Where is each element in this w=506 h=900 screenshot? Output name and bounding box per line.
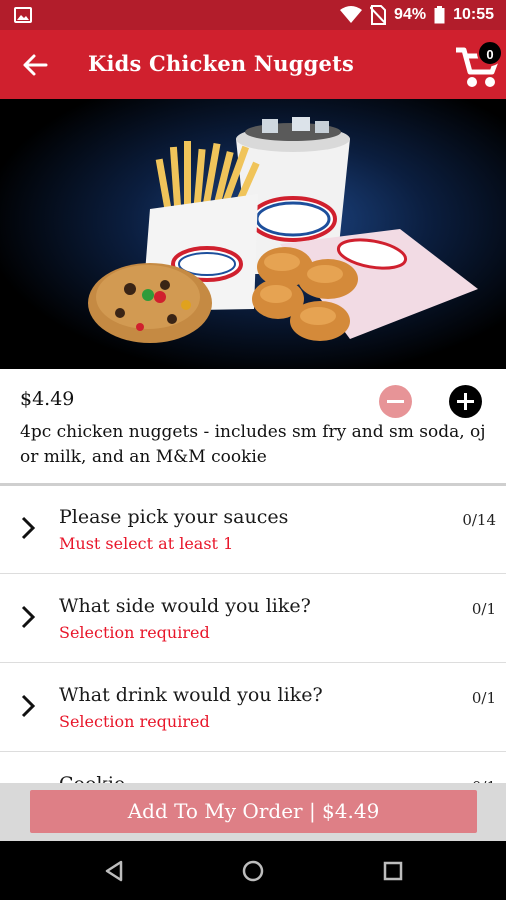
add-to-order-button[interactable]: Add To My Order | $4.49 <box>30 790 477 833</box>
chevron-right-icon <box>21 605 36 629</box>
nav-home-icon[interactable] <box>240 858 266 884</box>
option-count: 0/14 <box>462 511 496 529</box>
status-bar: 94% 10:55 <box>0 0 506 30</box>
battery-percent: 94% <box>394 6 427 23</box>
action-bar: Add To My Order | $4.49 <box>0 783 506 841</box>
product-image <box>0 99 506 369</box>
chevron-right-icon <box>21 694 36 718</box>
battery-icon <box>434 6 445 24</box>
clock: 10:55 <box>453 6 494 23</box>
option-requirement: Selection required <box>59 712 210 731</box>
page-title: Kids Chicken Nuggets <box>88 51 354 76</box>
chevron-right-icon <box>21 516 36 540</box>
option-question: What side would you like? <box>59 595 311 617</box>
option-count: 0/1 <box>471 600 496 618</box>
option-question: Please pick your sauces <box>59 506 289 528</box>
option-row-drink[interactable]: What drink would you like? Selection req… <box>0 664 506 752</box>
app-bar: Kids Chicken Nuggets <box>0 30 506 99</box>
cart-count-badge[interactable]: 0 <box>477 40 503 66</box>
option-row-sauces[interactable]: Please pick your sauces Must select at l… <box>0 486 506 574</box>
meal-illustration <box>88 117 478 343</box>
increase-quantity-button[interactable] <box>449 385 482 418</box>
item-price: $4.49 <box>20 388 75 410</box>
nav-back-icon[interactable] <box>101 858 127 884</box>
no-sim-icon <box>370 5 387 25</box>
nav-recents-icon[interactable] <box>380 858 406 884</box>
option-requirement: Selection required <box>59 623 210 642</box>
option-requirement: Must select at least 1 <box>59 534 234 553</box>
system-nav-bar <box>0 841 506 900</box>
gallery-icon <box>14 7 32 23</box>
back-arrow-icon[interactable] <box>20 50 50 80</box>
option-question: What drink would you like? <box>59 684 323 706</box>
wifi-icon <box>340 6 363 23</box>
decrease-quantity-button[interactable] <box>379 385 412 418</box>
item-description: 4pc chicken nuggets - includes sm fry an… <box>20 422 486 467</box>
option-count: 0/1 <box>471 689 496 707</box>
option-row-side[interactable]: What side would you like? Selection requ… <box>0 575 506 663</box>
